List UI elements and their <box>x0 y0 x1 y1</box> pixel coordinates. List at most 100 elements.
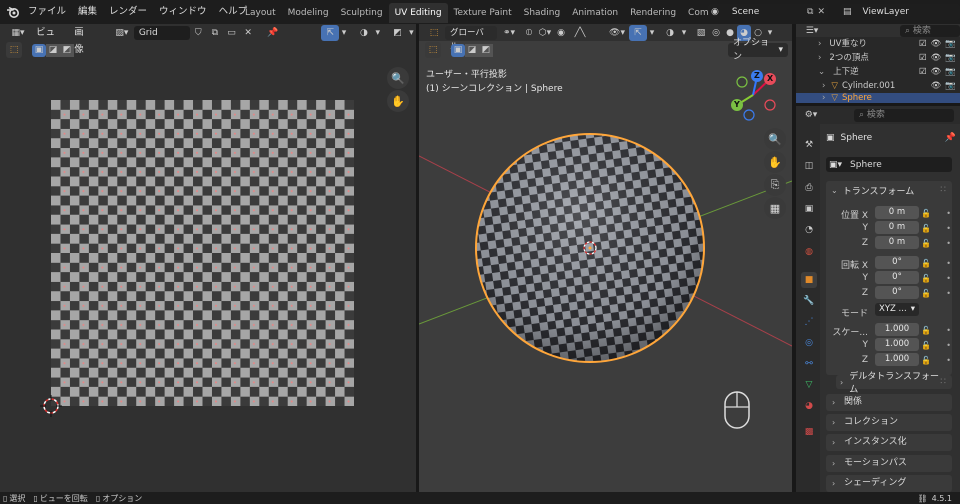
uv-menu-image[interactable]: 画像 <box>68 24 98 55</box>
outliner-item[interactable]: › ▽ Cylinder.001 👁 📷 <box>796 79 960 93</box>
keyframe-dot-icon[interactable]: • <box>946 256 951 271</box>
menu-window[interactable]: ウィンドウ <box>153 0 213 24</box>
keyframe-dot-icon[interactable]: • <box>946 353 951 368</box>
instancing-panel[interactable]: › インスタンス化 <box>826 434 952 451</box>
select-mode-extend-icon[interactable]: ◪ <box>46 43 60 57</box>
camera-icon[interactable]: 📷 <box>945 79 956 93</box>
keyframe-dot-icon[interactable]: • <box>946 286 951 301</box>
scale-x-field[interactable]: 1.000 <box>875 323 919 336</box>
lock-icon[interactable]: 🔓 <box>921 221 931 236</box>
eye-icon[interactable]: 👁 <box>931 37 942 51</box>
output-tab-icon[interactable]: ⎙ <box>801 180 817 196</box>
xray-icon[interactable]: ▧ <box>693 25 709 41</box>
select-tool-icon[interactable]: ⬚ <box>6 42 22 58</box>
uv-overlay-dropdown-icon[interactable]: ▾ <box>373 25 382 41</box>
delta-transform-subpanel[interactable]: › デルタトランスフォーム ∷ <box>836 372 952 395</box>
pin-icon[interactable]: 📌 <box>264 25 281 41</box>
outliner-item[interactable]: › UV重なり ☑ 👁 📷 <box>796 37 960 51</box>
camera-icon[interactable]: 📷 <box>945 65 956 79</box>
camera-icon[interactable]: 📷 <box>945 37 956 51</box>
uv-sync-selection-icon[interactable]: ⇱ <box>321 24 340 41</box>
keyframe-dot-icon[interactable]: • <box>946 236 951 251</box>
transform-orientation-dropdown[interactable]: グローバル <box>445 25 497 52</box>
transform-panel-header[interactable]: ⌄ トランスフォーム ∷ <box>826 182 952 198</box>
uv-sync-dropdown-icon[interactable]: ▾ <box>339 25 348 41</box>
tab-uv-editing[interactable]: UV Editing <box>388 3 448 23</box>
blender-logo-icon[interactable] <box>4 4 22 20</box>
transform-pivot-icon[interactable]: ⚭▾ <box>497 25 521 41</box>
proportional-edit-icon[interactable]: ◉ <box>553 25 569 41</box>
menu-file[interactable]: ファイル <box>22 0 72 24</box>
select-mode-subtract-icon[interactable]: ◩ <box>60 43 74 57</box>
shading-panel[interactable]: › シェーディング <box>826 475 952 492</box>
gizmo-dropdown-icon[interactable]: ▾ <box>647 25 657 41</box>
texture-tab-icon[interactable]: ▩ <box>801 424 817 440</box>
rotation-z-field[interactable]: 0° <box>875 286 919 299</box>
2d-cursor-icon[interactable] <box>40 395 62 417</box>
scale-y-field[interactable]: 1.000 <box>875 338 919 351</box>
lock-icon[interactable]: 🔓 <box>921 338 931 353</box>
uv-menu-view[interactable]: ビュー <box>30 24 68 55</box>
outliner-item[interactable]: ⌄ 上下逆 ☑ 👁 📷 <box>796 65 960 79</box>
visibility-icon[interactable]: 👁▾ <box>605 25 629 41</box>
lock-icon[interactable]: 🔓 <box>921 286 931 301</box>
image-name-field[interactable]: Grid <box>133 25 190 40</box>
keyframe-dot-icon[interactable]: • <box>946 271 951 286</box>
collections-panel[interactable]: › コレクション <box>826 414 952 431</box>
rotation-mode-dropdown[interactable]: XYZ ... ▾ <box>875 303 919 316</box>
tab-shading[interactable]: Shading <box>518 3 567 23</box>
lock-icon[interactable]: 🔓 <box>921 206 931 221</box>
image-duplicate-icon[interactable]: ⧉ <box>207 25 224 41</box>
menu-render[interactable]: レンダー <box>103 0 153 24</box>
checkbox-icon[interactable]: ☑ <box>919 37 927 51</box>
outliner-item-selected[interactable]: › ▽ Sphere <box>796 93 960 103</box>
tool-tab-icon[interactable]: ⚒ <box>801 137 817 153</box>
scene-new-icon[interactable]: ⧉ <box>807 4 813 20</box>
scene-close-icon[interactable]: ✕ <box>817 4 825 20</box>
keyframe-dot-icon[interactable]: • <box>946 323 951 338</box>
panel-drag-handle-icon[interactable]: ∷ <box>940 185 946 195</box>
location-z-field[interactable]: 0 m <box>875 236 919 249</box>
outliner-display-mode-icon[interactable]: ☰▾ <box>800 24 824 37</box>
motion-paths-panel[interactable]: › モーションパス <box>826 455 952 472</box>
render-tab-icon[interactable]: ◫ <box>801 158 817 174</box>
uv-overlay-icon[interactable]: ◑ <box>355 25 373 41</box>
location-x-field[interactable]: 0 m <box>875 206 919 219</box>
tab-animation[interactable]: Animation <box>566 3 624 23</box>
image-open-folder-icon[interactable]: ▭ <box>223 25 240 41</box>
data-tab-icon[interactable]: ▽ <box>801 377 817 393</box>
properties-search-field[interactable]: ⌕ 検索 <box>854 108 954 122</box>
uv-zoom-icon[interactable]: 🔍 <box>387 67 409 89</box>
lock-icon[interactable]: 🔓 <box>921 236 931 251</box>
lock-icon[interactable]: 🔓 <box>921 256 931 271</box>
uv-display-channel-icon[interactable]: ◩ <box>388 25 406 41</box>
outliner-search-field[interactable]: ⌕ 検索 <box>900 24 960 37</box>
overlay-toggle-icon[interactable]: ◑ <box>661 25 679 41</box>
checkbox-icon[interactable]: ☑ <box>919 65 927 79</box>
outliner-item[interactable]: › 2つの頂点 ☑ 👁 📷 <box>796 51 960 65</box>
scale-z-field[interactable]: 1.000 <box>875 353 919 366</box>
gizmo-toggle-icon[interactable]: ⇱ <box>629 24 647 41</box>
camera-view-icon[interactable]: ⎘ <box>764 174 786 196</box>
object-datablock-field[interactable]: ▣▾ Sphere <box>826 157 952 172</box>
eye-icon[interactable]: 👁 <box>931 51 942 65</box>
editor-type-image-icon[interactable]: ▦▾ <box>6 25 30 41</box>
tab-sculpting[interactable]: Sculpting <box>335 3 389 23</box>
object-browse-icon[interactable]: ▣▾ <box>829 157 842 173</box>
tab-texture-paint[interactable]: Texture Paint <box>448 3 518 23</box>
rotation-x-field[interactable]: 0° <box>875 256 919 269</box>
overlay-dropdown-icon[interactable]: ▾ <box>679 25 689 41</box>
view-layer-tab-icon[interactable]: ▣ <box>801 201 817 217</box>
eye-icon[interactable]: 👁 <box>931 65 942 79</box>
relations-panel[interactable]: › 関係 <box>826 394 952 411</box>
select-mode-new-icon[interactable]: ▣ <box>32 43 46 57</box>
material-tab-icon[interactable]: ◕ <box>801 398 817 414</box>
checkbox-icon[interactable]: ☑ <box>919 51 927 65</box>
location-y-field[interactable]: 0 m <box>875 221 919 234</box>
camera-icon[interactable]: 📷 <box>945 51 956 65</box>
scene-tab-icon[interactable]: ◔ <box>801 222 817 238</box>
keyframe-dot-icon[interactable]: • <box>946 221 951 236</box>
falloff-icon[interactable]: ╱╲ <box>569 25 591 41</box>
lock-icon[interactable]: 🔓 <box>921 323 931 338</box>
uv-display-dropdown-icon[interactable]: ▾ <box>407 25 416 41</box>
